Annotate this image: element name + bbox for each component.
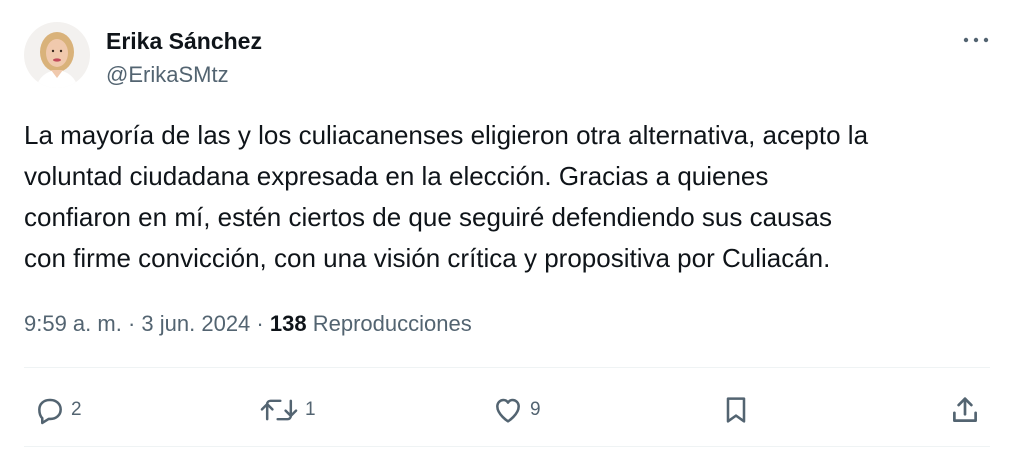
more-horizontal-icon (963, 37, 989, 43)
divider (24, 367, 990, 368)
tweet-text-line: voluntad ciudadana expresada en la elecc… (24, 161, 769, 191)
action-bar: 2 1 9 (0, 388, 1024, 432)
meta-separator: · (127, 311, 136, 336)
tweet-text-line: con firme convicción, con una visión crí… (24, 243, 831, 273)
like-button[interactable]: 9 (491, 388, 541, 432)
share-icon (953, 397, 977, 422)
tweet-date[interactable]: 3 jun. 2024 (141, 311, 250, 336)
more-options-button[interactable] (958, 26, 994, 54)
repost-count: 1 (305, 399, 316, 420)
repost-icon (260, 399, 298, 421)
divider (24, 446, 990, 447)
bookmark-button[interactable] (720, 388, 752, 432)
tweet-meta: 9:59 a. m. · 3 jun. 2024 · 138 Reproducc… (24, 309, 472, 339)
repost-button[interactable]: 1 (258, 388, 316, 432)
tweet-text-line: confiaron en mí, estén ciertos de que se… (24, 202, 832, 232)
avatar[interactable] (24, 22, 90, 88)
views-label: Reproducciones (312, 311, 472, 336)
reply-count: 2 (71, 399, 82, 420)
tweet-text: La mayoría de las y los culiacanenses el… (24, 115, 1004, 279)
reply-button[interactable]: 2 (34, 388, 82, 432)
tweet-time[interactable]: 9:59 a. m. (24, 311, 122, 336)
author-name[interactable]: Erika Sánchez (106, 27, 262, 55)
like-count: 9 (530, 399, 541, 420)
views-count: 138 (269, 311, 307, 336)
tweet-text-line: La mayoría de las y los culiacanenses el… (24, 120, 869, 150)
reply-icon (38, 398, 62, 425)
heart-icon (496, 398, 520, 423)
tweet-card: Erika Sánchez @ErikaSMtz La mayoría de l… (0, 0, 1024, 460)
share-button[interactable] (948, 388, 982, 432)
bookmark-icon (726, 397, 746, 423)
meta-separator: · (256, 311, 264, 336)
author-handle[interactable]: @ErikaSMtz (106, 61, 229, 89)
